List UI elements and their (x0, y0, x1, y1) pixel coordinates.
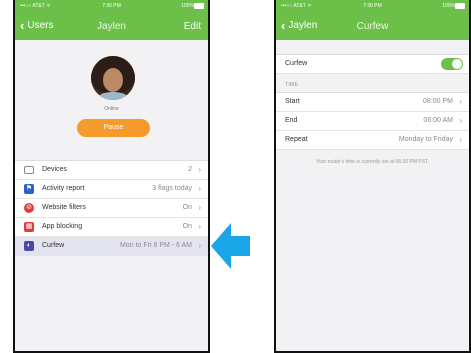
row-label: Website filters (42, 204, 86, 211)
row-value: On (182, 204, 192, 211)
row-value: 08:00 PM (423, 98, 453, 105)
page-title: Jaylen (97, 21, 126, 32)
status-time: 7:30 PM (363, 3, 382, 9)
curfew-toggle-list: Curfew (276, 54, 469, 74)
pointer-arrow-icon (211, 223, 250, 269)
chevron-right-icon: › (459, 135, 462, 144)
section-header-time: TIME (285, 82, 299, 88)
curfew-toggle-row: Curfew (276, 55, 469, 74)
row-value: 3 flags today (152, 185, 192, 192)
row-label: Repeat (285, 136, 308, 143)
curfew-toggle-label: Curfew (285, 60, 308, 67)
row-label: End (285, 117, 298, 124)
row-devices[interactable]: Devices 2 › (15, 161, 208, 180)
row-value: 2 (188, 166, 192, 173)
chevron-right-icon: › (459, 97, 462, 106)
row-value: Monday to Friday (398, 136, 453, 143)
row-website-filters[interactable]: ⊘ Website filters On › (15, 199, 208, 218)
edit-button[interactable]: Edit (184, 21, 201, 32)
chevron-right-icon: › (198, 203, 201, 212)
grid-icon: ▦ (24, 222, 34, 232)
status-time: 7:30 PM (102, 3, 121, 9)
chevron-right-icon: › (198, 241, 201, 250)
page-title: Curfew (356, 21, 389, 32)
row-label: Curfew (42, 242, 65, 249)
block-icon: ⊘ (24, 203, 34, 213)
profile-section: Online Pause (15, 40, 208, 160)
nav-bar: ‹ Jaylen Curfew (276, 12, 469, 40)
battery-icon (455, 3, 465, 9)
curfew-screen: •••○○ AT&T ᯤ 7:30 PM 100% ‹ Jaylen Curfe… (274, 0, 471, 353)
flag-icon: ⚑ (24, 184, 34, 194)
battery-label: 100% (442, 3, 455, 9)
chevron-right-icon: › (198, 184, 201, 193)
battery-label: 100% (181, 3, 194, 9)
battery-icon (194, 3, 204, 9)
time-list: Start 08:00 PM › End 06:00 AM › Repeat M… (276, 92, 469, 150)
row-value: On (182, 223, 192, 230)
row-value: Mon to Fri 8 PM - 6 AM (120, 242, 192, 249)
devices-icon (24, 166, 34, 174)
row-curfew[interactable]: ◐ Curfew Mon to Fri 8 PM - 6 AM › (15, 237, 208, 256)
row-end[interactable]: End 06:00 AM › (276, 112, 469, 131)
row-repeat[interactable]: Repeat Monday to Friday › (276, 131, 469, 150)
chevron-right-icon: › (198, 222, 201, 231)
row-label: Activity report (42, 185, 85, 192)
row-label: App blocking (42, 223, 83, 230)
row-start[interactable]: Start 08:00 PM › (276, 93, 469, 112)
chevron-right-icon: › (459, 116, 462, 125)
avatar[interactable] (91, 56, 135, 100)
status-bar: •••○○ AT&T ᯤ 7:30 PM 100% (276, 0, 469, 12)
row-label: Devices (42, 166, 67, 173)
row-value: 06:00 AM (423, 117, 453, 124)
users-detail-screen: •••○○ AT&T ᯤ 7:30 PM 100% ‹ Users Jaylen… (13, 0, 210, 353)
settings-list: Devices 2 › ⚑ Activity report 3 flags to… (15, 160, 208, 256)
row-app-blocking[interactable]: ▦ App blocking On › (15, 218, 208, 237)
curfew-toggle-switch[interactable] (441, 58, 463, 70)
status-bar: •••○○ AT&T ᯤ 7:30 PM 100% (15, 0, 208, 12)
pause-button[interactable]: Pause (77, 119, 150, 137)
moon-clock-icon: ◐ (24, 241, 34, 251)
router-time-note: Your router's time is currently set at 0… (316, 159, 429, 165)
row-activity-report[interactable]: ⚑ Activity report 3 flags today › (15, 180, 208, 199)
nav-bar: ‹ Users Jaylen Edit (15, 12, 208, 40)
row-label: Start (285, 98, 300, 105)
online-status: Online (104, 106, 119, 112)
chevron-right-icon: › (198, 165, 201, 174)
